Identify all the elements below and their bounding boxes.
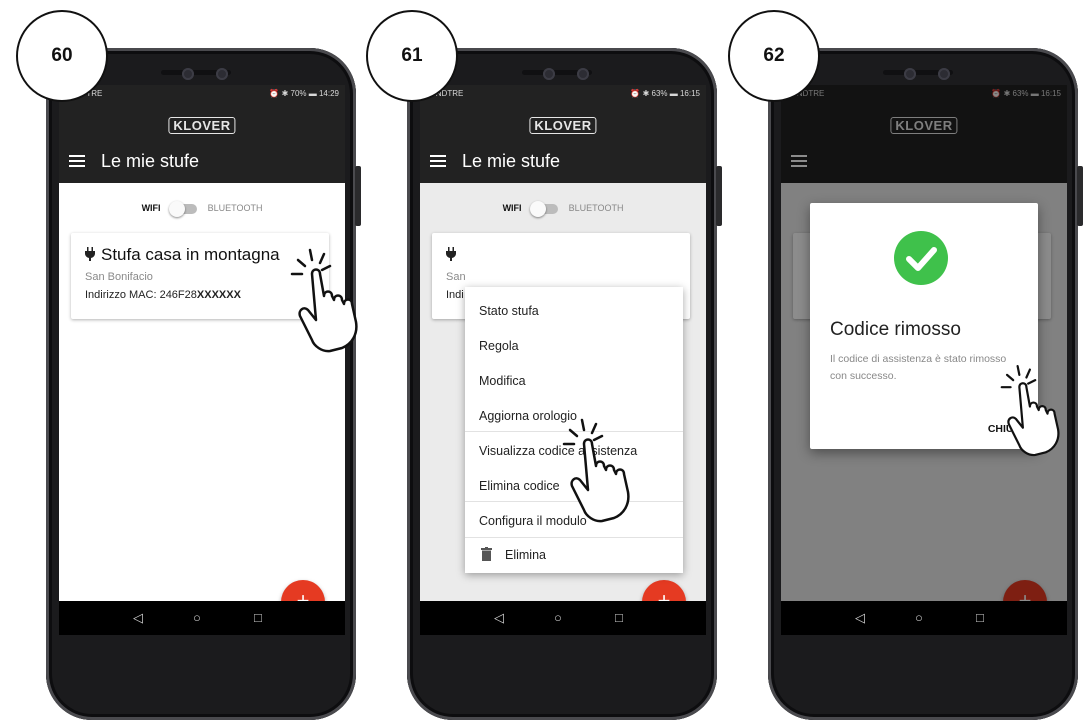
back-nav-icon[interactable]: ◁ [855,610,865,626]
menu-item-stato-stufa[interactable]: Stato stufa [479,304,539,318]
page-title: Le mie stufe [101,151,200,171]
status-right: ⏰ ✱ 63% ▬ 16:15 [630,89,700,98]
page-title: Le mie stufe [462,151,561,171]
recent-nav-icon[interactable]: □ [976,610,984,625]
connection-switch[interactable] [169,200,198,217]
connection-switch[interactable] [530,200,559,217]
recent-nav-icon[interactable]: □ [254,610,262,625]
home-nav-icon[interactable]: ○ [193,610,201,625]
screen: WINDTRE ⏰ ✱ 70% ▬ 14:29 KLOVER Le mie st… [59,85,345,635]
front-camera [543,68,555,80]
home-nav-icon[interactable]: ○ [554,610,562,625]
app-bar: Le mie stufe [420,143,706,183]
stove-name: Stufa casa in montagna [101,245,280,264]
dialog-message: Il codice di assistenza è stato rimosso … [830,353,1007,382]
status-bar: WINDTRE ⏰ ✱ 70% ▬ 14:29 [59,85,345,103]
wifi-label: WIFI [502,203,522,213]
menu-item-modifica[interactable]: Modifica [479,374,526,388]
phone-step-61: WINDTRE ⏰ ✱ 63% ▬ 16:15 KLOVER Le mie st… [407,48,722,720]
menu-item-elimina[interactable]: Elimina [505,548,546,562]
main-content: WIFI BLUETOOTH Stufa casa in montagna Sa… [59,183,345,624]
menu-divider [465,537,683,538]
brand-logo: KLOVER [529,117,597,134]
stove-city: San [446,271,466,283]
back-nav-icon[interactable]: ◁ [133,610,143,626]
stove-mac: Indirizzo MAC: 246F28XXXXXX [85,289,241,301]
front-camera [182,68,194,80]
sensor [938,68,950,80]
nav-bar: ◁ ○ □ [59,601,345,635]
phone-step-60: WINDTRE ⏰ ✱ 70% ▬ 14:29 KLOVER Le mie st… [46,48,361,720]
stove-mac: Indi [446,289,464,301]
hand-pointer-icon [1000,364,1060,457]
step-badge: 60 [16,10,108,102]
volume-button [1077,166,1083,226]
volume-button [716,166,722,226]
hand-pointer-icon [290,248,358,353]
plug-icon [85,247,95,265]
volume-button [355,166,361,226]
nav-bar: ◁ ○ □ [420,601,706,635]
nav-bar: ◁ ○ □ [781,601,1067,635]
stove-city: San Bonifacio [85,271,153,283]
status-right: ⏰ ✱ 70% ▬ 14:29 [269,89,339,98]
brand-logo: KLOVER [168,117,236,134]
sensor [577,68,589,80]
menu-item-elimina-codice[interactable]: Elimina codice [479,479,560,493]
connection-toggle-row: WIFI BLUETOOTH [420,200,706,217]
step-badge: 62 [728,10,820,102]
step-badge: 61 [366,10,458,102]
front-camera [904,68,916,80]
recent-nav-icon[interactable]: □ [615,610,623,625]
home-nav-icon[interactable]: ○ [915,610,923,625]
menu-icon[interactable] [69,155,85,167]
dialog-title: Codice rimosso [830,319,961,340]
bluetooth-label: BLUETOOTH [568,203,624,213]
sensor [216,68,228,80]
check-icon [894,231,948,285]
status-bar: WINDTRE ⏰ ✱ 63% ▬ 16:15 [420,85,706,103]
screen: WINDTRE ⏰ ✱ 63% ▬ 16:15 KLOVER Le mie st… [420,85,706,635]
menu-icon[interactable] [430,155,446,167]
trash-icon [481,547,492,561]
hand-pointer-icon [562,418,630,523]
back-nav-icon[interactable]: ◁ [494,610,504,626]
app-bar: Le mie stufe [59,143,345,183]
plug-icon [446,247,456,265]
bluetooth-label: BLUETOOTH [207,203,263,213]
connection-toggle-row: WIFI BLUETOOTH [59,200,345,217]
menu-item-regola[interactable]: Regola [479,339,519,353]
wifi-label: WIFI [141,203,161,213]
